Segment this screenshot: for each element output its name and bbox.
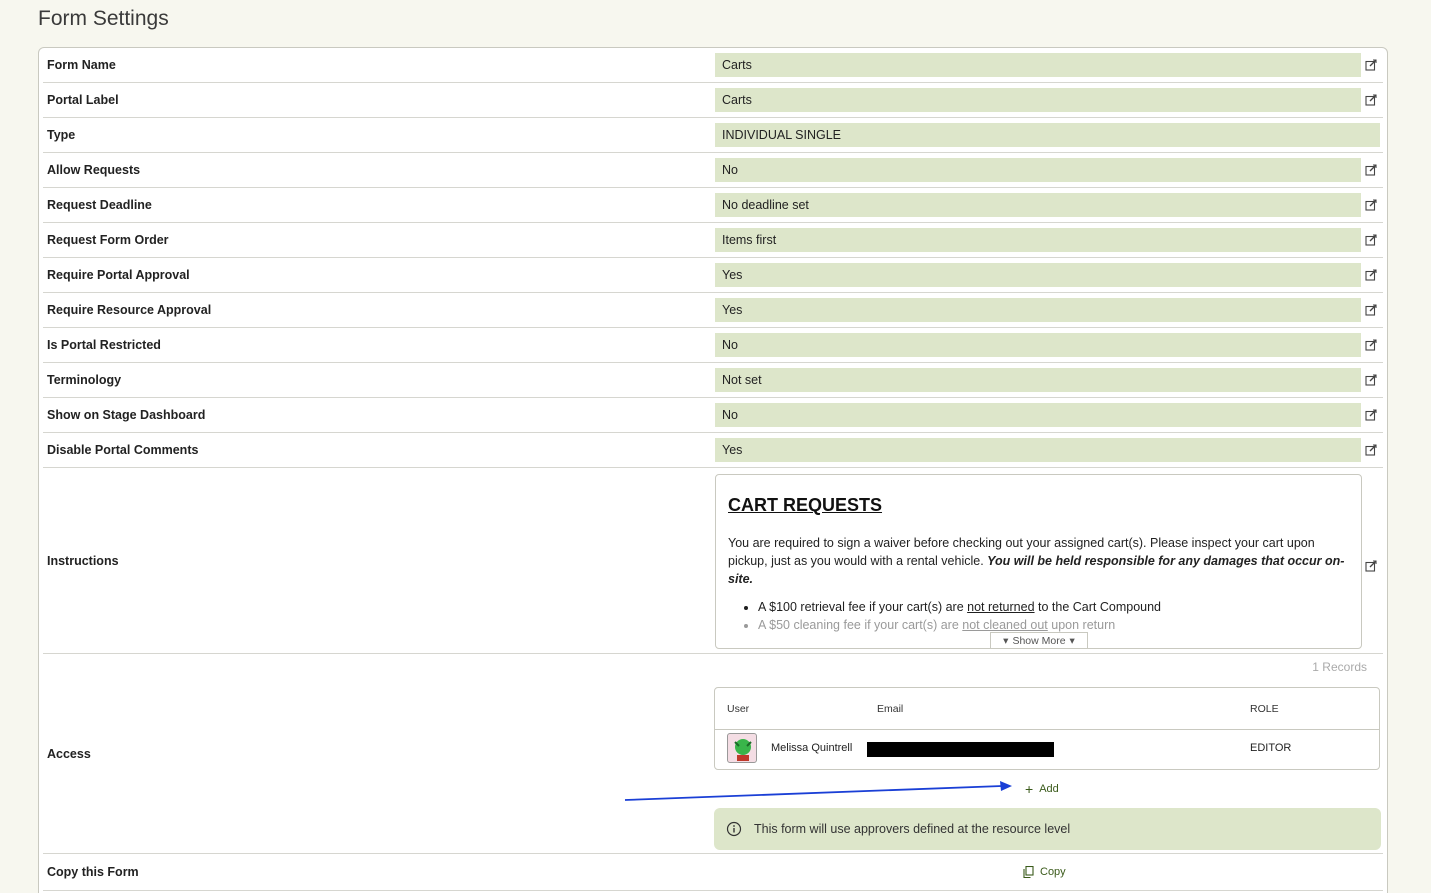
setting-value: No xyxy=(715,333,1361,357)
show-more-button[interactable]: ▾ Show More ▾ xyxy=(990,632,1088,648)
user-role: EDITOR xyxy=(1250,742,1292,754)
copy-label: Copy xyxy=(1040,866,1066,878)
edit-icon[interactable] xyxy=(1365,94,1377,106)
chevron-down-icon: ▾ xyxy=(1003,635,1009,647)
setting-label: Access xyxy=(47,746,91,761)
edit-icon[interactable] xyxy=(1365,269,1377,281)
setting-row: Request Deadline No deadline set xyxy=(43,188,1383,223)
setting-value: No xyxy=(715,158,1361,182)
edit-icon[interactable] xyxy=(1365,409,1377,421)
plus-icon: + xyxy=(1025,781,1034,797)
setting-row: Allow Requests No xyxy=(43,153,1383,188)
list-item: A $100 retrieval fee if your cart(s) are… xyxy=(758,598,1349,616)
setting-row-instructions: Instructions CART REQUESTS You are requi… xyxy=(43,468,1383,654)
setting-value: Carts xyxy=(715,53,1361,77)
setting-label: Copy this Form xyxy=(47,865,139,879)
setting-row: Disable Portal Comments Yes xyxy=(43,433,1383,468)
setting-row: Require Resource Approval Yes xyxy=(43,293,1383,328)
setting-value: Carts xyxy=(715,88,1361,112)
setting-label: Request Deadline xyxy=(47,198,152,212)
setting-label: Disable Portal Comments xyxy=(47,443,199,457)
setting-row: Type INDIVIDUAL SINGLE xyxy=(43,118,1383,153)
edit-icon[interactable] xyxy=(1365,199,1377,211)
setting-value: Yes xyxy=(715,298,1361,322)
instructions-preview: CART REQUESTS You are required to sign a… xyxy=(715,474,1362,649)
setting-label: Is Portal Restricted xyxy=(47,338,161,352)
setting-value: No deadline set xyxy=(715,193,1361,217)
setting-label: Type xyxy=(47,128,76,142)
avatar xyxy=(727,733,757,763)
setting-row: Show on Stage Dashboard No xyxy=(43,398,1383,433)
setting-label: Require Resource Approval xyxy=(47,303,212,317)
setting-label: Form Name xyxy=(47,58,116,72)
settings-panel: Form Name Carts Portal Label Carts Type INDIV… xyxy=(38,47,1388,893)
setting-label: Portal Label xyxy=(47,93,119,107)
info-text: This form will use approvers defined at … xyxy=(754,822,1071,836)
setting-label: Instructions xyxy=(47,553,119,568)
edit-icon[interactable] xyxy=(1365,304,1377,316)
redacted-email xyxy=(867,742,1054,757)
setting-row: Form Name Carts xyxy=(43,48,1383,83)
info-icon xyxy=(726,821,742,837)
page-title: Form Settings xyxy=(38,7,169,30)
instructions-list: A $100 retrieval fee if your cart(s) are… xyxy=(758,598,1349,634)
instructions-title: CART REQUESTS xyxy=(728,495,883,515)
column-header-role: ROLE xyxy=(1250,703,1279,715)
info-banner: This form will use approvers defined at … xyxy=(714,808,1381,850)
setting-label: Show on Stage Dashboard xyxy=(47,408,206,422)
edit-icon[interactable] xyxy=(1365,374,1377,386)
setting-label: Require Portal Approval xyxy=(47,268,190,282)
column-header-user: User xyxy=(727,703,750,715)
setting-value: Not set xyxy=(715,368,1361,392)
setting-row: Terminology Not set xyxy=(43,363,1383,398)
copy-button[interactable]: Copy xyxy=(1023,854,1066,890)
setting-row: Request Form Order Items first xyxy=(43,223,1383,258)
add-label: Add xyxy=(1039,783,1059,795)
instructions-paragraph: You are required to sign a waiver before… xyxy=(728,534,1349,588)
setting-value: No xyxy=(715,403,1361,427)
edit-icon[interactable] xyxy=(1365,234,1377,246)
edit-icon[interactable] xyxy=(1365,444,1377,456)
edit-icon[interactable] xyxy=(1365,59,1377,71)
divider xyxy=(715,729,1379,730)
setting-row-copy: Copy this Form Copy xyxy=(43,854,1383,891)
setting-row-access: Access 1 Records User Email ROLE Melissa… xyxy=(43,654,1383,854)
setting-value: Items first xyxy=(715,228,1361,252)
setting-row: Portal Label Carts xyxy=(43,83,1383,118)
edit-icon[interactable] xyxy=(1365,164,1377,176)
edit-icon[interactable] xyxy=(1365,560,1377,572)
access-table: User Email ROLE Melissa Quintrell EDITOR xyxy=(714,687,1380,770)
setting-value: INDIVIDUAL SINGLE xyxy=(715,123,1380,147)
setting-label: Request Form Order xyxy=(47,233,169,247)
user-name: Melissa Quintrell xyxy=(771,742,853,754)
copy-icon xyxy=(1023,866,1034,878)
setting-value: Yes xyxy=(715,438,1361,462)
records-count: 1 Records xyxy=(1312,660,1367,674)
setting-row: Is Portal Restricted No xyxy=(43,328,1383,363)
add-button[interactable]: + Add xyxy=(1025,781,1059,797)
setting-label: Allow Requests xyxy=(47,163,141,177)
chevron-down-icon: ▾ xyxy=(1069,635,1075,647)
show-more-label: Show More xyxy=(1012,635,1066,647)
column-header-email: Email xyxy=(877,703,904,715)
edit-icon[interactable] xyxy=(1365,339,1377,351)
setting-label: Terminology xyxy=(47,373,122,387)
setting-row: Require Portal Approval Yes xyxy=(43,258,1383,293)
setting-value: Yes xyxy=(715,263,1361,287)
